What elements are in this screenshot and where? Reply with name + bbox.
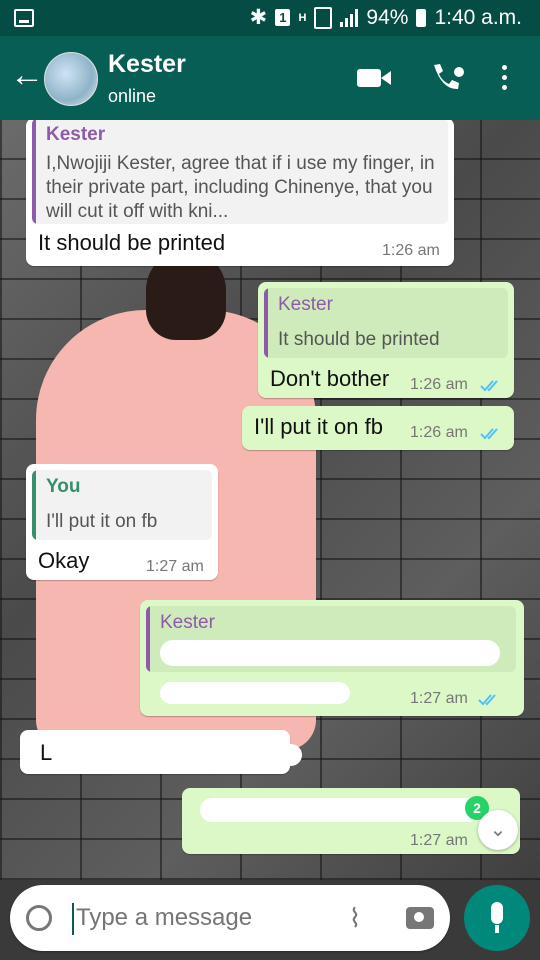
contact-name[interactable]: Kester — [108, 50, 186, 79]
message-bubble-outgoing[interactable]: Kester It should be printed Don't bother… — [258, 282, 514, 398]
quoted-sender: Kester — [278, 294, 333, 315]
bluetooth-icon: ✱ — [249, 6, 268, 29]
quoted-text: I,Nwojiji Kester, agree that if i use my… — [46, 153, 435, 222]
clock: 1:40 a.m. — [434, 5, 522, 29]
message-time: 1:27 am — [410, 690, 468, 707]
message-text: L — [40, 740, 53, 765]
message-text: Don't bother — [270, 366, 390, 391]
message-input[interactable] — [76, 904, 336, 932]
text-cursor — [72, 903, 74, 935]
message-bubble-incoming[interactable]: You I'll put it on fb Okay 1:27 am — [26, 464, 218, 580]
scroll-down-icon[interactable]: ⌄ — [478, 810, 518, 850]
quoted-sender: You — [46, 476, 81, 497]
chat-area[interactable]: Kester I,Nwojiji Kester, agree that if i… — [0, 120, 540, 880]
signal-bars-icon — [340, 8, 359, 27]
redaction — [200, 798, 480, 822]
message-bubble-incoming[interactable]: L — [20, 730, 302, 774]
message-text: Okay — [38, 548, 90, 573]
redaction — [160, 640, 500, 666]
read-ticks-icon — [480, 380, 498, 392]
video-call-icon[interactable] — [357, 69, 391, 87]
avatar[interactable] — [44, 52, 98, 106]
message-bubble-outgoing[interactable]: I'll put it on fb 1:26 am — [242, 406, 514, 450]
message-text: It should be printed — [38, 230, 226, 255]
chat-header: ← Kester online — [0, 36, 540, 120]
quoted-message[interactable]: Kester It should be printed — [264, 288, 508, 358]
read-ticks-icon — [478, 694, 496, 706]
back-arrow-icon[interactable]: ← — [10, 58, 44, 92]
contact-status: online — [108, 86, 157, 106]
emoji-icon[interactable] — [26, 905, 52, 931]
quoted-message[interactable]: You I'll put it on fb — [32, 470, 212, 540]
read-ticks-icon — [480, 428, 498, 440]
message-time: 1:26 am — [382, 242, 440, 259]
message-composer: ⌇ — [10, 885, 450, 951]
quoted-sender: Kester — [46, 124, 106, 145]
message-time: 1:26 am — [410, 376, 468, 393]
screenshot-icon — [14, 9, 34, 27]
signal-box-icon — [314, 6, 333, 29]
message-time: 1:26 am — [410, 424, 468, 441]
status-icons: ✱ 1 H 94% 1:40 a.m. — [250, 5, 522, 30]
network-type: H — [298, 11, 307, 24]
sim-icon: 1 — [275, 9, 291, 26]
battery-icon — [416, 8, 427, 27]
redaction — [66, 744, 302, 766]
microphone-icon[interactable] — [464, 885, 530, 951]
message-time: 1:27 am — [410, 832, 468, 849]
message-text: I'll put it on fb — [254, 414, 383, 439]
message-bubble-incoming[interactable]: Kester I,Nwojiji Kester, agree that if i… — [26, 120, 454, 266]
battery-percent: 94% — [366, 5, 409, 29]
quoted-text: I'll put it on fb — [46, 511, 158, 532]
status-bar: ✱ 1 H 94% 1:40 a.m. — [0, 0, 540, 36]
message-bubble-outgoing[interactable]: Kester 1:27 am — [140, 600, 524, 716]
quoted-sender: Kester — [160, 612, 215, 633]
redaction — [160, 682, 350, 704]
message-time: 1:27 am — [146, 558, 204, 575]
quoted-message[interactable]: Kester I,Nwojiji Kester, agree that if i… — [32, 120, 448, 224]
quoted-text: It should be printed — [278, 329, 440, 350]
voice-call-icon[interactable] — [430, 62, 464, 92]
camera-icon[interactable] — [406, 907, 434, 929]
overflow-menu-icon[interactable] — [502, 65, 508, 91]
paperclip-icon[interactable]: ⌇ — [340, 903, 370, 933]
